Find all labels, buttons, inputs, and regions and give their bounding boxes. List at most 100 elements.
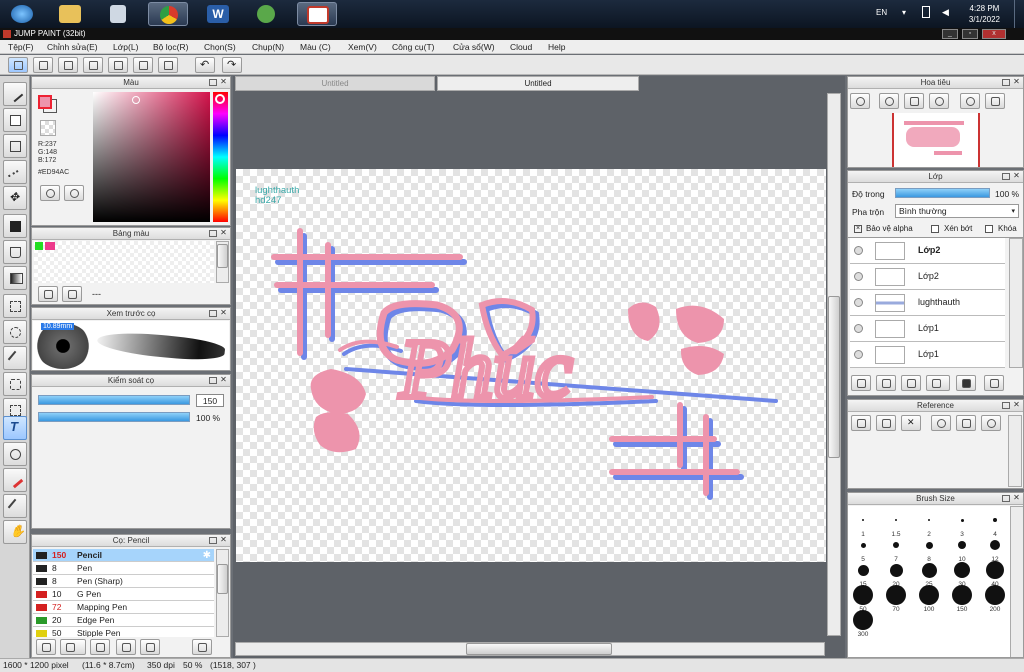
brush-size-dot[interactable]: [886, 585, 906, 605]
list-button[interactable]: [133, 57, 153, 73]
tool-hand[interactable]: ✋: [3, 520, 27, 544]
brush-item[interactable]: 50 Stipple Pen: [33, 627, 214, 637]
foreground-color-swatch[interactable]: [38, 95, 52, 109]
tool-gradient[interactable]: [3, 266, 27, 290]
brush-item[interactable]: 10 G Pen: [33, 588, 214, 601]
taskbar-calculator[interactable]: [98, 2, 138, 26]
navigator-thumbnail[interactable]: [892, 113, 980, 167]
tool-lasso[interactable]: [3, 320, 27, 344]
system-clock[interactable]: 4:28 PM 3/1/2022: [969, 3, 1000, 25]
hue-cursor[interactable]: [215, 94, 225, 104]
close-icon[interactable]: ✕: [1012, 78, 1021, 87]
color-mixer-button[interactable]: [64, 185, 84, 201]
palette-scroll-thumb[interactable]: [217, 244, 228, 268]
layer-duplicate-button[interactable]: [984, 375, 1004, 391]
menu-file[interactable]: Tệp(F): [8, 42, 34, 52]
brush-size-dot[interactable]: [993, 518, 997, 522]
detach-icon[interactable]: [209, 310, 217, 317]
redo-button[interactable]: ↷: [222, 57, 242, 73]
blend-mode-select[interactable]: Bình thường ▾: [895, 204, 1019, 218]
brush-delete-button[interactable]: [192, 639, 212, 655]
tool-fill-rect[interactable]: [3, 214, 27, 238]
protect-alpha-checkbox[interactable]: ×: [854, 225, 862, 233]
close-button[interactable]: x: [982, 29, 1006, 39]
eye-icon[interactable]: [854, 324, 863, 333]
start-button[interactable]: [2, 2, 42, 26]
brush-size-scrollbar[interactable]: [1010, 506, 1023, 657]
brush-size-dot[interactable]: [893, 542, 899, 548]
close-icon[interactable]: ✕: [219, 309, 228, 318]
menu-color[interactable]: Màu (C): [300, 42, 331, 52]
menu-select[interactable]: Chọn(S): [204, 42, 236, 52]
brush-item[interactable]: 8 Pen: [33, 562, 214, 575]
color-wheel-button[interactable]: [40, 185, 60, 201]
drawing-canvas[interactable]: lughthauth hd247 Phúc: [236, 169, 826, 562]
tool-hand-select[interactable]: [3, 442, 27, 466]
layer-opacity-slider[interactable]: [895, 188, 990, 198]
layer-row[interactable]: Lớp2: [850, 264, 1005, 290]
brush-size-dot[interactable]: [860, 542, 866, 548]
brush-size-dot[interactable]: [895, 519, 897, 521]
flag-icon[interactable]: [922, 6, 930, 18]
palette-swatch[interactable]: [45, 242, 55, 250]
transparent-color-swatch[interactable]: [40, 120, 56, 136]
detach-icon[interactable]: [1002, 79, 1010, 86]
canvas-hscroll-thumb[interactable]: [466, 643, 612, 655]
nav-flip-button[interactable]: [985, 93, 1005, 109]
tool-eyedropper[interactable]: [3, 494, 27, 518]
taskbar-chrome[interactable]: [148, 2, 188, 26]
detach-icon[interactable]: [209, 537, 217, 544]
layer-add-menu-button[interactable]: [926, 375, 950, 391]
detach-icon[interactable]: [209, 377, 217, 384]
tray-arrow-icon[interactable]: ▾: [902, 8, 906, 17]
layer-merge-button[interactable]: [901, 375, 921, 391]
menu-tools[interactable]: Công cụ(T): [392, 42, 435, 52]
language-indicator[interactable]: EN: [876, 8, 887, 17]
close-icon[interactable]: ✕: [219, 536, 228, 545]
comment-button[interactable]: [58, 57, 78, 73]
tool-brush[interactable]: [3, 82, 27, 106]
undo-button[interactable]: ↶: [195, 57, 215, 73]
brush-size-dot[interactable]: [985, 585, 1005, 605]
taskbar-jump-paint[interactable]: [297, 2, 337, 26]
minimize-button[interactable]: _: [942, 29, 958, 39]
menu-help[interactable]: Help: [548, 42, 565, 52]
close-icon[interactable]: ✕: [219, 376, 228, 385]
brush-item[interactable]: 20 Edge Pen: [33, 614, 214, 627]
detach-icon[interactable]: [1002, 495, 1010, 502]
gear-icon[interactable]: ✱: [993, 243, 1003, 257]
message-button[interactable]: [83, 57, 103, 73]
brush-new-button[interactable]: [60, 639, 86, 655]
detach-icon[interactable]: [209, 79, 217, 86]
close-icon[interactable]: ✕: [219, 78, 228, 87]
brush-size-dot[interactable]: [862, 519, 864, 521]
cloud-button[interactable]: [8, 57, 28, 73]
palette-scrollbar[interactable]: [216, 241, 229, 283]
layer-row[interactable]: Lớp1: [850, 342, 1005, 368]
canvas-vscroll-thumb[interactable]: [828, 296, 840, 458]
tool-move[interactable]: ✥: [3, 186, 27, 210]
tool-select-rect[interactable]: [3, 294, 27, 318]
nav-fit-button[interactable]: [904, 93, 924, 109]
taskbar-word[interactable]: W: [198, 2, 238, 26]
brush-size-dot[interactable]: [986, 561, 1004, 579]
brush-size-dot[interactable]: [853, 585, 873, 605]
ref-cloud-button[interactable]: [851, 415, 871, 431]
layer-row[interactable]: Lớp1: [850, 316, 1005, 342]
brush-size-dot[interactable]: [857, 564, 869, 576]
nav-zoom-out-button[interactable]: [929, 93, 949, 109]
reference-scrollbar[interactable]: [1008, 415, 1022, 487]
taskbar-paint-app[interactable]: [246, 2, 286, 26]
brush-size-slider[interactable]: [38, 395, 190, 405]
tool-magic-wand[interactable]: [3, 346, 27, 370]
brush-item[interactable]: 8 Pen (Sharp): [33, 575, 214, 588]
brush-item[interactable]: 150 Pencil ✱: [33, 549, 214, 562]
ref-fit-button[interactable]: [956, 415, 976, 431]
menu-window[interactable]: Cửa sổ(W): [453, 42, 495, 52]
brush-size-dot[interactable]: [889, 563, 903, 577]
brush-size-dot[interactable]: [958, 541, 966, 549]
close-icon[interactable]: ✕: [1012, 401, 1021, 410]
brush-size-dot[interactable]: [919, 585, 939, 605]
eye-icon[interactable]: [854, 246, 863, 255]
clipping-checkbox[interactable]: [931, 225, 939, 233]
